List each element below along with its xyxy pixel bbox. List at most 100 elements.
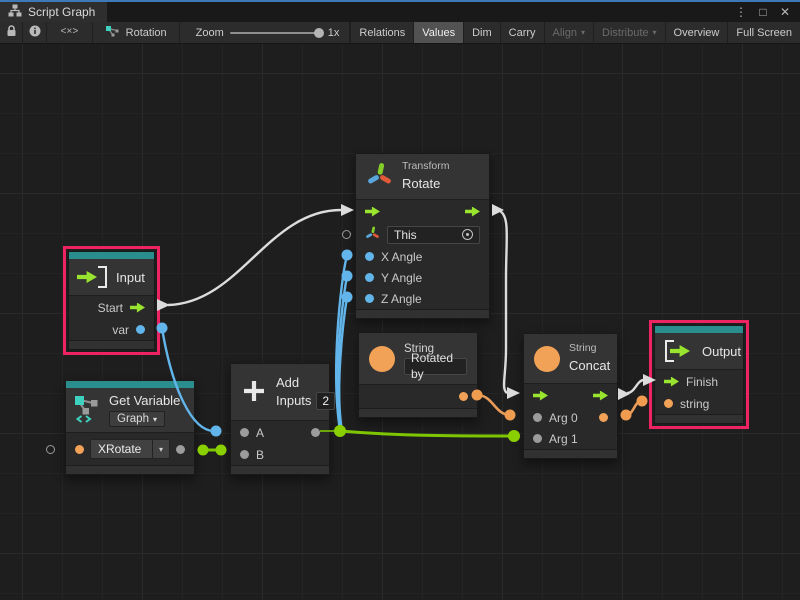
z-angle-port[interactable] bbox=[365, 294, 374, 303]
rotate-node[interactable]: Transform Rotate bbox=[355, 153, 490, 319]
overview-button[interactable]: Overview bbox=[666, 22, 729, 43]
input-node-title: Input bbox=[116, 270, 145, 285]
rotate-x-row: X Angle bbox=[356, 246, 489, 267]
string-literal-header[interactable]: String Rotated by bbox=[359, 333, 477, 385]
port-b-label: B bbox=[256, 448, 264, 462]
get-variable-header[interactable]: Get Variable Graph ▾ bbox=[66, 388, 194, 433]
zoom-slider[interactable] bbox=[230, 32, 322, 34]
add-inputs-footer bbox=[231, 465, 329, 474]
wire-add-to-arg1[interactable] bbox=[340, 431, 514, 436]
unconnected-port-indicator bbox=[342, 230, 351, 239]
align-button[interactable]: Align ▾ bbox=[545, 22, 594, 43]
string-out-port[interactable] bbox=[459, 392, 468, 401]
value-out-port[interactable] bbox=[136, 325, 145, 334]
output-node-accent bbox=[655, 326, 743, 333]
output-node[interactable]: Output Finish string bbox=[654, 325, 744, 424]
transform-icon-small bbox=[365, 226, 380, 244]
concat-arg0-row: Arg 0 bbox=[524, 407, 617, 428]
relations-button[interactable]: Relations bbox=[351, 22, 414, 43]
concat-header[interactable]: String Concat bbox=[524, 334, 617, 384]
result-out-port[interactable] bbox=[599, 413, 608, 422]
flow-in-port[interactable] bbox=[664, 377, 679, 387]
flow-in-port[interactable] bbox=[365, 207, 380, 217]
info-button[interactable] bbox=[23, 22, 47, 43]
object-picker-icon[interactable] bbox=[462, 229, 473, 240]
port-start-label: Start bbox=[98, 301, 123, 315]
wire-arrowhead[interactable] bbox=[341, 204, 354, 216]
arg1-port[interactable] bbox=[533, 434, 542, 443]
flow-out-port[interactable] bbox=[130, 303, 145, 313]
carry-label: Carry bbox=[509, 27, 536, 39]
x-angle-port[interactable] bbox=[365, 252, 374, 261]
code-view-button[interactable]: <×> bbox=[47, 22, 93, 43]
tab-script-graph[interactable]: Script Graph bbox=[0, 2, 107, 22]
flow-out-port[interactable] bbox=[465, 207, 480, 217]
input-a-port[interactable] bbox=[240, 428, 249, 437]
full-screen-label: Full Screen bbox=[736, 27, 792, 39]
add-inputs-node[interactable]: Add Inputs 2 A B bbox=[230, 363, 330, 475]
input-b-port[interactable] bbox=[240, 450, 249, 459]
string-literal-footer bbox=[359, 408, 477, 417]
variable-name-port[interactable] bbox=[75, 445, 84, 454]
values-button[interactable]: Values bbox=[414, 22, 464, 43]
string-type-icon bbox=[534, 346, 560, 372]
lock-button[interactable] bbox=[0, 22, 23, 43]
distribute-button[interactable]: Distribute ▾ bbox=[594, 22, 665, 43]
variable-name-select[interactable]: XRotate ▾ bbox=[90, 439, 170, 459]
carry-button[interactable]: Carry bbox=[501, 22, 545, 43]
add-inputs-header[interactable]: Add Inputs 2 bbox=[231, 364, 329, 421]
inputs-count-field[interactable]: 2 bbox=[316, 392, 335, 410]
this-object-field[interactable]: This bbox=[387, 226, 480, 244]
dim-label: Dim bbox=[472, 27, 492, 39]
string-value-field[interactable]: Rotated by bbox=[404, 358, 467, 375]
concat-node[interactable]: String Concat Arg 0 Arg 1 bbox=[523, 333, 618, 459]
string-in-port[interactable] bbox=[664, 399, 673, 408]
input-node[interactable]: Input Start var bbox=[68, 251, 155, 350]
wire-concat-to-output[interactable] bbox=[627, 380, 644, 393]
output-node-footer bbox=[655, 414, 743, 423]
close-button[interactable]: ✕ bbox=[776, 3, 794, 21]
align-label: Align bbox=[553, 27, 577, 39]
port-row-b: B bbox=[231, 444, 329, 465]
graph-breadcrumb[interactable]: Rotation bbox=[93, 22, 180, 43]
rotate-z-row: Z Angle bbox=[356, 288, 489, 309]
window-menu-button[interactable]: ⋮ bbox=[732, 3, 750, 21]
input-node-header[interactable]: Input bbox=[69, 259, 154, 296]
y-angle-port[interactable] bbox=[365, 273, 374, 282]
variable-value-out-port[interactable] bbox=[176, 445, 185, 454]
full-screen-button[interactable]: Full Screen bbox=[728, 22, 800, 43]
rotate-footer bbox=[356, 309, 489, 318]
sum-out-port[interactable] bbox=[311, 428, 320, 437]
variable-icon bbox=[74, 395, 100, 426]
wire-string-to-arg0[interactable] bbox=[477, 395, 510, 415]
string-label: string bbox=[680, 397, 709, 411]
scope-value: Graph bbox=[117, 413, 149, 425]
wire-start-to-rotate[interactable] bbox=[168, 210, 341, 305]
add-title-line1: Add bbox=[276, 374, 335, 392]
rotate-category: Transform bbox=[402, 160, 449, 174]
script-graph-window: Script Graph ⋮ □ ✕ <×> Rotation bbox=[0, 0, 800, 600]
input-node-accent bbox=[69, 252, 154, 259]
flow-in-port[interactable] bbox=[533, 391, 548, 401]
get-variable-node[interactable]: Get Variable Graph ▾ XRotate ▾ bbox=[65, 380, 195, 475]
wire-result-to-output-string[interactable] bbox=[626, 401, 642, 415]
graph-canvas[interactable]: Input Start var bbox=[0, 44, 800, 600]
wire-arrowhead[interactable] bbox=[507, 387, 520, 399]
maximize-button[interactable]: □ bbox=[754, 3, 772, 21]
wire-rotate-to-concat[interactable] bbox=[500, 211, 507, 393]
dim-button[interactable]: Dim bbox=[464, 22, 501, 43]
port-row-var: var bbox=[69, 319, 154, 340]
output-node-header[interactable]: Output bbox=[655, 333, 743, 370]
arg0-port[interactable] bbox=[533, 413, 542, 422]
string-out-row bbox=[359, 385, 477, 408]
arg0-label: Arg 0 bbox=[549, 411, 578, 425]
zoom-slider-handle[interactable] bbox=[314, 28, 324, 38]
flow-out-port[interactable] bbox=[593, 391, 608, 401]
port-row-string: string bbox=[655, 393, 743, 414]
relations-label: Relations bbox=[359, 27, 405, 39]
string-literal-node[interactable]: String Rotated by bbox=[358, 332, 478, 418]
concat-arg1-row: Arg 1 bbox=[524, 428, 617, 449]
variable-scope-dropdown[interactable]: Graph ▾ bbox=[109, 411, 165, 427]
get-variable-title: Get Variable bbox=[109, 393, 180, 408]
rotate-header[interactable]: Transform Rotate bbox=[356, 154, 489, 200]
